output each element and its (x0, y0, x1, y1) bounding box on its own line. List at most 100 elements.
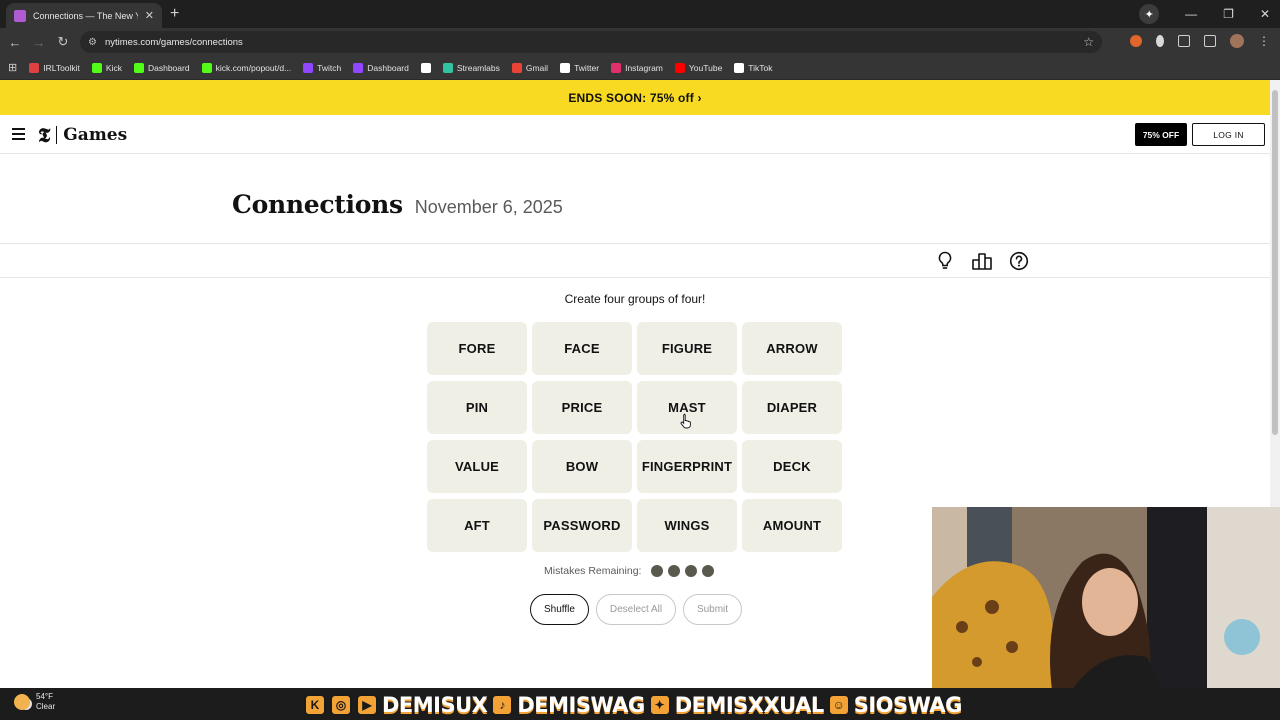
weather-moon-icon (14, 694, 30, 710)
subscribe-button[interactable]: 75% OFF (1135, 123, 1187, 146)
bookmark-item[interactable]: Instagram (611, 62, 663, 73)
login-button[interactable]: LOG IN (1192, 123, 1265, 146)
weather-widget[interactable]: 54°F Clear (14, 692, 55, 712)
scrollbar-thumb[interactable] (1272, 90, 1278, 435)
word-tile[interactable]: BOW (532, 440, 632, 493)
bookmark-favicon-icon (29, 62, 40, 73)
mistake-dot (651, 565, 664, 577)
bookmark-item[interactable]: IRLToolkit (29, 62, 80, 73)
bookmark-label: Dashboard (147, 62, 190, 73)
mistake-dot (685, 565, 698, 577)
bookmark-favicon-icon (201, 62, 212, 73)
word-tile[interactable]: AFT (427, 499, 527, 552)
mistake-dot (668, 565, 681, 577)
bookmark-item[interactable]: Twitter (560, 62, 600, 73)
word-tile[interactable]: VALUE (427, 440, 527, 493)
new-tab-icon[interactable]: + (170, 5, 179, 23)
back-icon[interactable]: ← (3, 35, 27, 50)
bookmark-item[interactable]: Kick (91, 62, 122, 73)
shuffle-button[interactable]: Shuffle (530, 594, 589, 625)
side-panel-icon[interactable] (1204, 35, 1216, 47)
word-tile[interactable]: FORE (427, 322, 527, 375)
social-handle: SIOSWAG (853, 692, 963, 718)
bookmark-item[interactable]: Streamlabs (442, 62, 500, 73)
social-platform-icon: ◎ (330, 694, 352, 716)
bookmark-item[interactable]: YouTube (674, 62, 722, 73)
mistakes-indicator: Mistakes Remaining: (544, 565, 715, 577)
tab-title: Connections — The New York T (33, 10, 138, 21)
bookmark-label: Streamlabs (456, 62, 500, 73)
bookmark-item[interactable]: kick.com/popout/d... (201, 62, 291, 73)
word-tile[interactable]: PASSWORD (532, 499, 632, 552)
bookmark-favicon-icon (560, 62, 571, 73)
nyt-games-logo[interactable]: 𝕿 Games (38, 123, 127, 147)
word-grid: FORE FACE FIGURE ARROW PIN PRICE MAST DIAPER VAL… (427, 322, 844, 552)
browser-tab[interactable]: Connections — The New York T ✕ (6, 3, 162, 28)
bookmark-label: Twitter (574, 62, 600, 73)
bookmark-favicon-icon (353, 62, 364, 73)
word-tile[interactable]: ARROW (742, 322, 842, 375)
extension-icon[interactable] (1156, 35, 1164, 47)
word-tile[interactable]: DECK (742, 440, 842, 493)
close-window-icon[interactable]: ✕ (1260, 7, 1270, 21)
bookmark-favicon-icon (611, 62, 622, 73)
nyt-games-favicon-icon (14, 9, 26, 22)
word-tile[interactable]: PIN (427, 381, 527, 434)
word-tile[interactable]: FINGERPRINT (637, 440, 737, 493)
stream-socials-banner: K ◎ ▶ DEMISUX ♪ DEMISWAG ✦ DEMISXXUAL ☺ SIOSWAG (304, 691, 963, 719)
social-platform-icon: ♪ (491, 694, 514, 716)
address-bar[interactable]: ⚙ nytimes.com/games/connections ☆ (80, 31, 1102, 53)
url-text[interactable]: nytimes.com/games/connections (105, 37, 1075, 48)
deselect-all-button[interactable]: Deselect All (596, 594, 676, 625)
bookmark-favicon-icon (734, 62, 745, 73)
extension-icon[interactable] (1130, 35, 1142, 47)
bookmark-item[interactable]: TikTok (734, 62, 773, 73)
games-wordmark: Games (63, 125, 128, 145)
apps-grid-icon[interactable]: ⊞ (8, 61, 17, 74)
mistake-dot (702, 565, 715, 577)
gemini-icon[interactable]: ✦ (1139, 4, 1160, 24)
help-icon[interactable] (1009, 251, 1029, 271)
site-info-icon[interactable]: ⚙ (88, 37, 97, 48)
bookmark-item[interactable]: Dashboard (133, 62, 190, 73)
social-platform-icon: K (304, 694, 326, 716)
word-tile[interactable]: FIGURE (637, 322, 737, 375)
bookmark-star-icon[interactable]: ☆ (1083, 35, 1094, 49)
reload-icon[interactable]: ↻ (51, 34, 75, 50)
bookmark-label: Twitch (317, 62, 342, 73)
instructions-text: Create four groups of four! (564, 292, 706, 306)
bookmark-item[interactable]: Twitch (303, 62, 342, 73)
word-tile[interactable]: PRICE (532, 381, 632, 434)
mistakes-label: Mistakes Remaining: (544, 565, 642, 577)
site-header: 𝕿 Games 75% OFF LOG IN (0, 115, 1270, 154)
bookmark-favicon-icon (303, 62, 314, 73)
bookmarks-bar: ⊞ IRLToolkit Kick Dashboard kick.com/popout… (0, 56, 1280, 80)
promo-banner[interactable]: ENDS SOON: 75% off › (0, 80, 1270, 115)
extensions-puzzle-icon[interactable] (1178, 35, 1190, 47)
bookmark-item[interactable] (420, 62, 431, 73)
bookmark-label: Instagram (625, 62, 663, 73)
word-tile[interactable]: FACE (532, 322, 632, 375)
bookmark-favicon-icon (674, 62, 685, 73)
bookmark-favicon-icon (133, 62, 144, 73)
profile-avatar[interactable] (1230, 34, 1244, 48)
word-tile[interactable]: DIAPER (742, 381, 842, 434)
bookmark-item[interactable]: Gmail (511, 62, 548, 73)
word-tile[interactable]: WINGS (637, 499, 737, 552)
forward-icon[interactable]: → (27, 35, 51, 50)
submit-button[interactable]: Submit (683, 594, 742, 625)
bookmark-item[interactable]: Dashboard (353, 62, 409, 73)
close-tab-icon[interactable]: ✕ (145, 9, 154, 22)
bookmark-label: Dashboard (367, 62, 409, 73)
menu-kebab-icon[interactable]: ⋮ (1258, 34, 1270, 48)
minimize-icon[interactable]: — (1185, 7, 1197, 21)
leaderboard-icon[interactable] (972, 251, 992, 271)
streamer-webcam (932, 507, 1280, 690)
word-tile[interactable]: AMOUNT (742, 499, 842, 552)
hamburger-menu-icon[interactable] (12, 128, 25, 140)
restore-icon[interactable]: ❐ (1223, 7, 1234, 21)
social-handle: DEMISWAG (517, 692, 646, 718)
nyt-t-logo-icon: 𝕿 (38, 123, 51, 147)
hint-lightbulb-icon[interactable] (935, 251, 955, 271)
weather-condition: Clear (36, 702, 56, 711)
